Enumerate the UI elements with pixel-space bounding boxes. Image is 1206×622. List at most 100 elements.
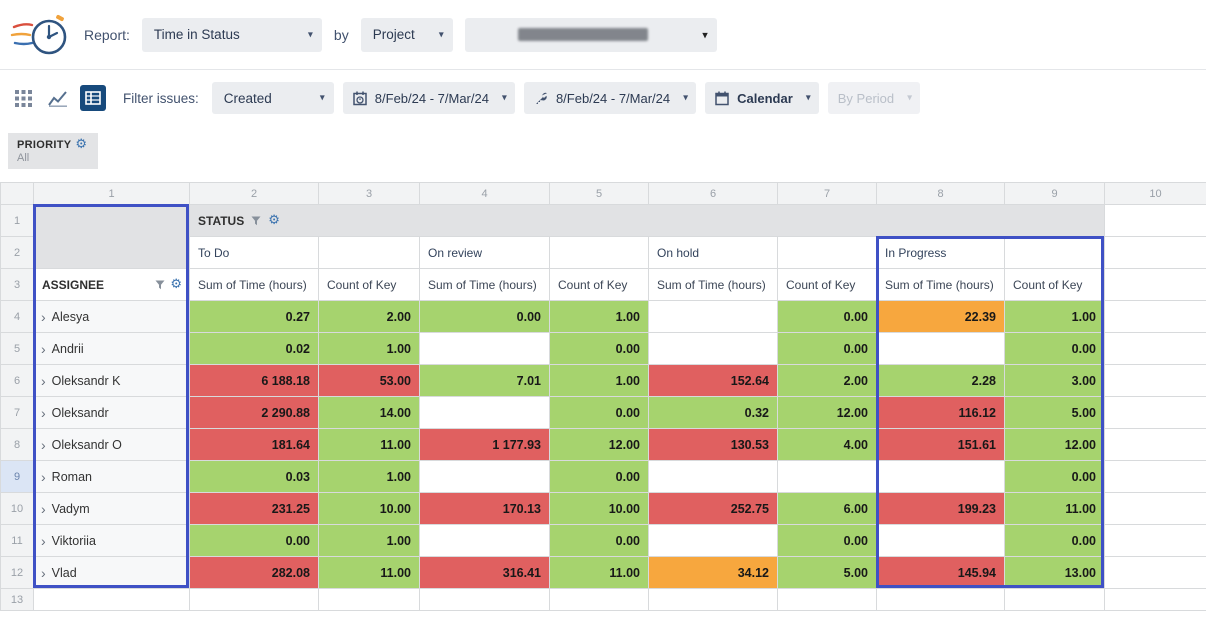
group-by-dropdown[interactable]: Project ▾ xyxy=(361,18,453,52)
data-cell[interactable] xyxy=(778,461,877,493)
data-cell[interactable] xyxy=(877,525,1005,557)
status-header[interactable]: STATUS⚙ xyxy=(190,205,1105,237)
data-cell[interactable]: 11.00 xyxy=(1005,493,1105,525)
expand-chevron-icon[interactable]: › xyxy=(41,502,46,516)
data-cell[interactable]: 145.94 xyxy=(877,557,1005,589)
data-cell[interactable]: 0.00 xyxy=(550,461,649,493)
filter-funnel-icon[interactable] xyxy=(155,280,165,290)
data-cell[interactable]: 1.00 xyxy=(319,333,420,365)
data-cell[interactable]: 0.02 xyxy=(190,333,319,365)
gear-icon[interactable]: ⚙ xyxy=(75,138,87,151)
data-cell[interactable]: 0.00 xyxy=(1005,525,1105,557)
assignee-cell[interactable]: ›Vadym xyxy=(34,493,190,525)
expand-chevron-icon[interactable]: › xyxy=(41,342,46,356)
report-type-dropdown[interactable]: Time in Status ▾ xyxy=(142,18,322,52)
gear-icon[interactable]: ⚙ xyxy=(268,214,280,227)
data-cell[interactable]: 0.00 xyxy=(778,301,877,333)
data-cell[interactable]: 5.00 xyxy=(778,557,877,589)
priority-filter[interactable]: PRIORITY ⚙ All xyxy=(8,133,98,169)
data-cell[interactable]: 5.00 xyxy=(1005,397,1105,429)
data-cell[interactable]: 3.00 xyxy=(1005,365,1105,397)
table-view-button[interactable] xyxy=(80,85,106,111)
data-cell[interactable]: 1.00 xyxy=(319,525,420,557)
data-cell[interactable] xyxy=(420,461,550,493)
data-cell[interactable]: 2 290.88 xyxy=(190,397,319,429)
filter-funnel-icon[interactable] xyxy=(251,216,261,226)
data-cell[interactable]: 0.27 xyxy=(190,301,319,333)
data-cell[interactable]: 4.00 xyxy=(778,429,877,461)
assignee-cell[interactable]: ›Viktoriia xyxy=(34,525,190,557)
data-cell[interactable]: 181.64 xyxy=(190,429,319,461)
data-cell[interactable]: 53.00 xyxy=(319,365,420,397)
data-cell[interactable]: 12.00 xyxy=(778,397,877,429)
data-cell[interactable]: 0.03 xyxy=(190,461,319,493)
data-cell[interactable]: 199.23 xyxy=(877,493,1005,525)
data-cell[interactable]: 2.00 xyxy=(778,365,877,397)
assignee-cell[interactable]: ›Roman xyxy=(34,461,190,493)
work-date-range-dropdown[interactable]: 8/Feb/24 - 7/Mar/24 ▾ xyxy=(524,82,696,114)
data-cell[interactable]: 12.00 xyxy=(550,429,649,461)
chart-view-button[interactable] xyxy=(45,85,71,111)
expand-chevron-icon[interactable]: › xyxy=(41,438,46,452)
data-cell[interactable]: 14.00 xyxy=(319,397,420,429)
expand-chevron-icon[interactable]: › xyxy=(41,566,46,580)
data-cell[interactable]: 0.00 xyxy=(778,525,877,557)
data-cell[interactable]: 2.00 xyxy=(319,301,420,333)
data-cell[interactable]: 1.00 xyxy=(550,365,649,397)
data-cell[interactable]: 0.00 xyxy=(420,301,550,333)
data-cell[interactable]: 34.12 xyxy=(649,557,778,589)
data-cell[interactable]: 1.00 xyxy=(319,461,420,493)
expand-chevron-icon[interactable]: › xyxy=(41,534,46,548)
calendar-dropdown[interactable]: Calendar ▾ xyxy=(705,82,819,114)
data-cell[interactable] xyxy=(420,333,550,365)
data-cell[interactable] xyxy=(649,301,778,333)
data-cell[interactable]: 6 188.18 xyxy=(190,365,319,397)
data-cell[interactable]: 0.00 xyxy=(550,397,649,429)
data-cell[interactable]: 13.00 xyxy=(1005,557,1105,589)
assignee-header[interactable]: ASSIGNEE⚙ xyxy=(34,269,190,301)
data-cell[interactable]: 316.41 xyxy=(420,557,550,589)
gear-icon[interactable]: ⚙ xyxy=(170,278,182,291)
data-cell[interactable]: 10.00 xyxy=(550,493,649,525)
data-cell[interactable]: 0.00 xyxy=(778,333,877,365)
data-cell[interactable]: 22.39 xyxy=(877,301,1005,333)
data-cell[interactable]: 12.00 xyxy=(1005,429,1105,461)
data-cell[interactable]: 6.00 xyxy=(778,493,877,525)
assignee-cell[interactable]: ›Andrii xyxy=(34,333,190,365)
grid-view-button[interactable] xyxy=(10,85,36,111)
assignee-cell[interactable]: ›Vlad xyxy=(34,557,190,589)
data-cell[interactable]: 0.00 xyxy=(1005,461,1105,493)
data-cell[interactable] xyxy=(877,461,1005,493)
data-cell[interactable] xyxy=(649,461,778,493)
data-cell[interactable]: 231.25 xyxy=(190,493,319,525)
data-cell[interactable]: 0.00 xyxy=(1005,333,1105,365)
data-cell[interactable]: 11.00 xyxy=(550,557,649,589)
assignee-cell[interactable]: ›Alesya xyxy=(34,301,190,333)
assignee-cell[interactable]: ›Oleksandr O xyxy=(34,429,190,461)
expand-chevron-icon[interactable]: › xyxy=(41,470,46,484)
data-cell[interactable] xyxy=(649,525,778,557)
data-cell[interactable]: 1.00 xyxy=(550,301,649,333)
data-cell[interactable]: 2.28 xyxy=(877,365,1005,397)
data-cell[interactable]: 116.12 xyxy=(877,397,1005,429)
data-cell[interactable]: 151.61 xyxy=(877,429,1005,461)
data-cell[interactable]: 0.00 xyxy=(190,525,319,557)
data-cell[interactable]: 130.53 xyxy=(649,429,778,461)
expand-chevron-icon[interactable]: › xyxy=(41,406,46,420)
data-cell[interactable]: 10.00 xyxy=(319,493,420,525)
created-date-range-dropdown[interactable]: 8/Feb/24 - 7/Mar/24 ▾ xyxy=(343,82,515,114)
data-cell[interactable]: 0.32 xyxy=(649,397,778,429)
expand-chevron-icon[interactable]: › xyxy=(41,374,46,388)
data-cell[interactable] xyxy=(420,525,550,557)
project-dropdown[interactable]: ▾ xyxy=(465,18,717,52)
data-cell[interactable]: 0.00 xyxy=(550,525,649,557)
data-cell[interactable]: 282.08 xyxy=(190,557,319,589)
data-cell[interactable]: 1.00 xyxy=(1005,301,1105,333)
data-cell[interactable]: 0.00 xyxy=(550,333,649,365)
data-cell[interactable]: 170.13 xyxy=(420,493,550,525)
filter-field-dropdown[interactable]: Created ▾ xyxy=(212,82,334,114)
data-cell[interactable]: 1 177.93 xyxy=(420,429,550,461)
assignee-cell[interactable]: ›Oleksandr K xyxy=(34,365,190,397)
data-cell[interactable]: 11.00 xyxy=(319,429,420,461)
data-cell[interactable]: 152.64 xyxy=(649,365,778,397)
